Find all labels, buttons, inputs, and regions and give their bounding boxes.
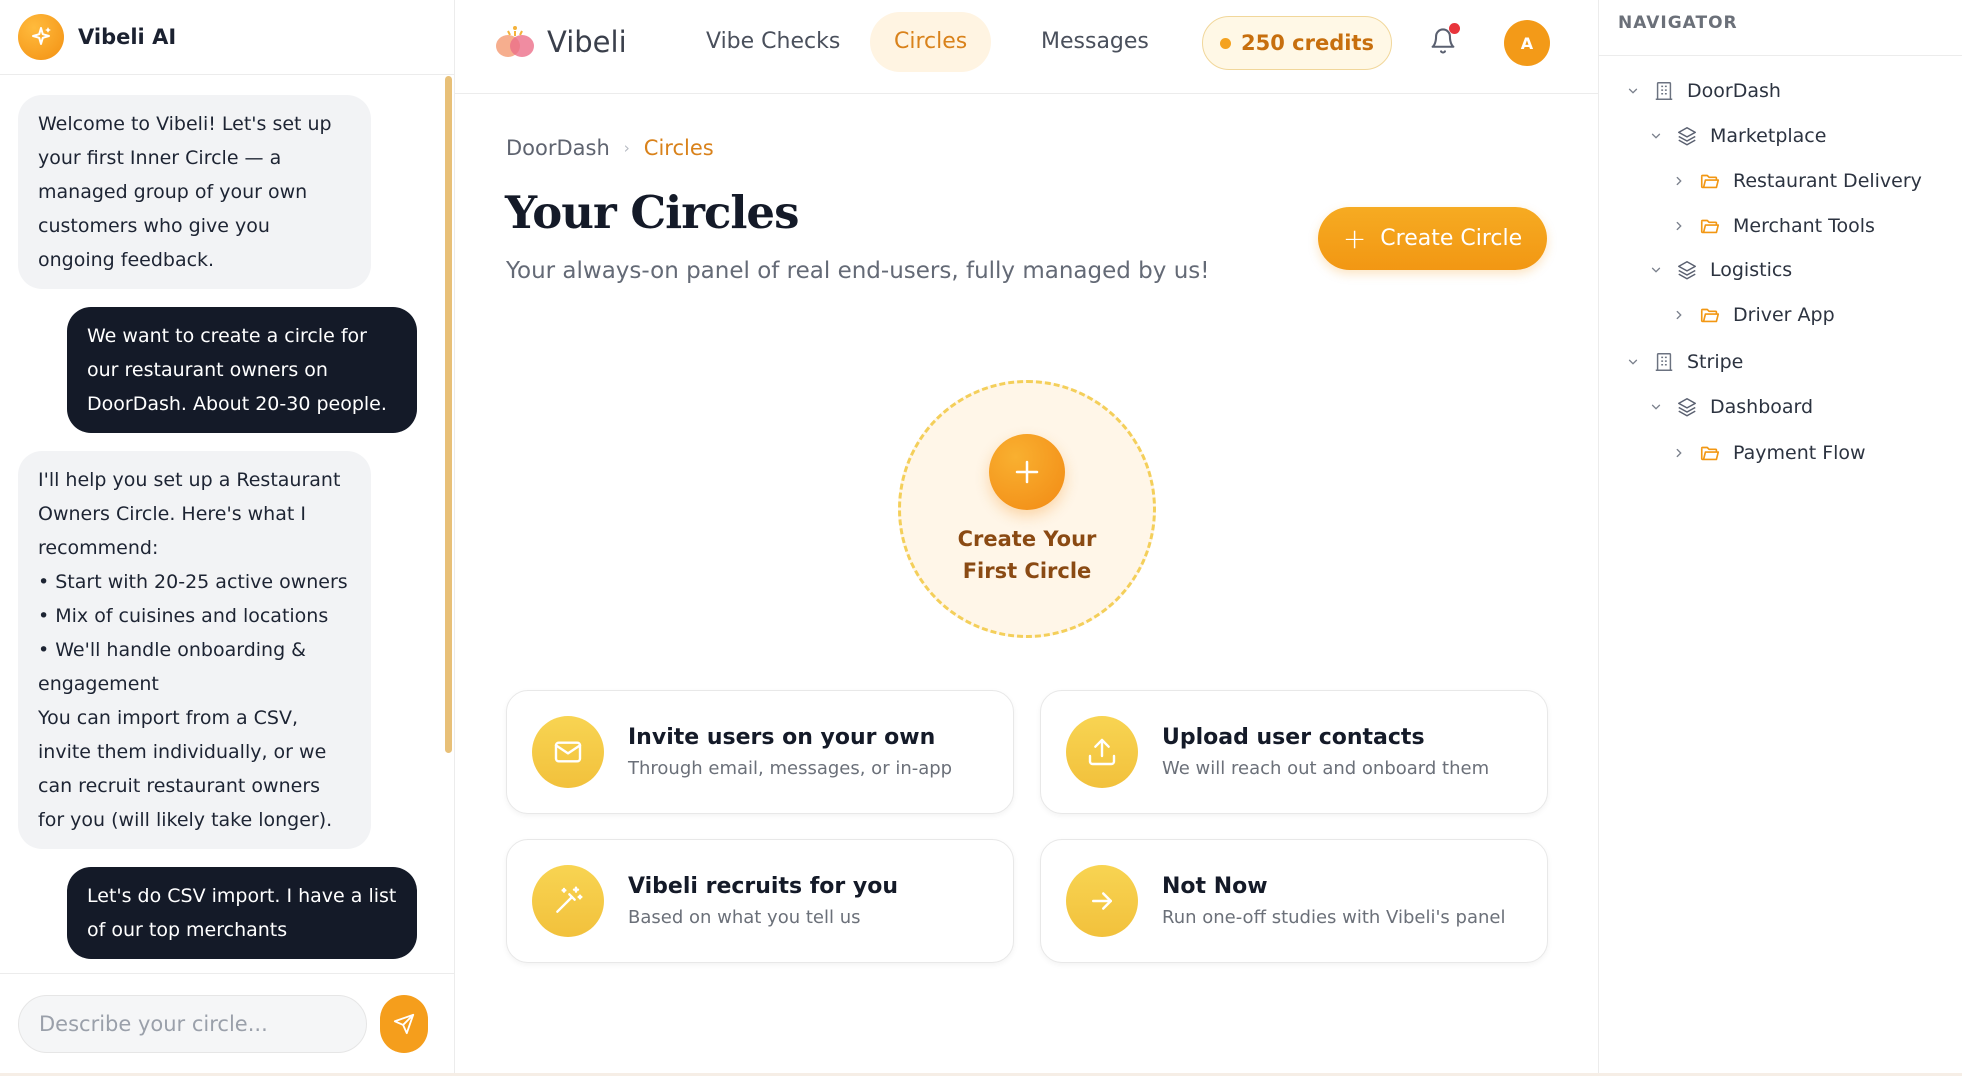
chat-input[interactable] — [18, 994, 367, 1053]
create-first-circle-label: Create Your First Circle — [957, 527, 1097, 583]
folder-icon — [1699, 170, 1723, 192]
chat-message-user: Let's do CSV import. I have a list of ou… — [67, 867, 417, 959]
option-vibeli-recruits[interactable]: Vibeli recruits for you Based on what yo… — [506, 839, 1014, 963]
option-title: Upload user contacts — [1162, 725, 1425, 750]
chat-input-row — [0, 973, 454, 1073]
tree-item-label: Restaurant Delivery — [1733, 170, 1922, 192]
chevron-right-icon[interactable] — [1669, 174, 1689, 188]
chat-message-user: We want to create a circle for our resta… — [67, 307, 417, 433]
tree-item-label: Driver App — [1733, 304, 1835, 326]
tree-item-stripe[interactable]: Stripe — [1623, 347, 1743, 377]
option-title: Not Now — [1162, 874, 1268, 899]
chevron-right-icon: › — [623, 139, 630, 157]
avatar[interactable]: A — [1504, 20, 1550, 66]
nav-messages[interactable]: Messages — [1017, 12, 1173, 72]
tree-item-label: Merchant Tools — [1733, 215, 1875, 237]
tree-item-marketplace[interactable]: Marketplace — [1646, 121, 1826, 151]
chevron-down-icon[interactable] — [1623, 84, 1643, 98]
option-invite-users[interactable]: Invite users on your own Through email, … — [506, 690, 1014, 814]
tree-item-label: Stripe — [1687, 351, 1744, 373]
credits-label: 250 credits — [1241, 31, 1374, 55]
notification-dot — [1449, 23, 1460, 34]
tree-item-restaurant-delivery[interactable]: Restaurant Delivery — [1669, 166, 1922, 196]
main-content: Vibeli Vibe Checks Circles Messages 250 … — [455, 0, 1598, 1073]
brand-logo[interactable]: Vibeli — [493, 22, 627, 62]
chevron-down-icon[interactable] — [1646, 263, 1666, 277]
chat-scrollbar[interactable] — [445, 76, 452, 753]
upload-icon — [1066, 716, 1138, 788]
building-icon — [1653, 351, 1677, 373]
option-subtitle: Based on what you tell us — [628, 907, 861, 928]
tree-item-merchant-tools[interactable]: Merchant Tools — [1669, 211, 1875, 241]
option-title: Invite users on your own — [628, 725, 936, 750]
nav-circles[interactable]: Circles — [870, 12, 992, 72]
tree-item-label: Dashboard — [1710, 396, 1814, 418]
option-subtitle: We will reach out and onboard them — [1162, 758, 1490, 779]
chat-panel: Vibeli AI Welcome to Vibeli! Let's set u… — [0, 0, 455, 1073]
credits-dot-icon — [1220, 37, 1232, 49]
mail-icon — [532, 716, 604, 788]
tree-item-driver-app[interactable]: Driver App — [1669, 300, 1835, 330]
notification-button[interactable] — [1429, 23, 1460, 60]
page-subtitle: Your always-on panel of real end-users, … — [506, 258, 1210, 284]
plus-icon — [989, 434, 1065, 510]
breadcrumb-circles[interactable]: Circles — [644, 136, 714, 160]
tree-item-label: Marketplace — [1710, 125, 1827, 147]
chat-title: Vibeli AI — [78, 25, 177, 49]
sparkle-icon — [18, 14, 64, 60]
option-subtitle: Run one-off studies with Vibeli's panel — [1162, 907, 1506, 928]
breadcrumb-doordash[interactable]: DoorDash — [506, 136, 610, 160]
chevron-down-icon[interactable] — [1646, 400, 1666, 414]
option-not-now[interactable]: Not Now Run one-off studies with Vibeli'… — [1040, 839, 1548, 963]
plus-icon: + — [1342, 222, 1367, 255]
tree-item-label: Logistics — [1710, 259, 1793, 281]
send-icon — [393, 1013, 415, 1034]
chevron-right-icon[interactable] — [1669, 308, 1689, 322]
folder-icon — [1699, 215, 1723, 237]
breadcrumb: DoorDash › Circles — [506, 136, 714, 160]
layers-icon — [1676, 125, 1700, 147]
send-button[interactable] — [380, 994, 428, 1053]
chat-message-ai: Welcome to Vibeli! Let's set up your fir… — [18, 95, 371, 289]
option-title: Vibeli recruits for you — [628, 874, 899, 899]
chevron-down-icon[interactable] — [1623, 355, 1643, 369]
building-icon — [1653, 80, 1677, 102]
navigator-header: NAVIGATOR — [1599, 0, 1962, 56]
folder-icon — [1699, 442, 1723, 464]
app-window: Vibeli AI Welcome to Vibeli! Let's set u… — [0, 0, 1962, 1073]
chat-message-ai: I'll help you set up a Restaurant Owners… — [18, 451, 371, 849]
navigator-panel: NAVIGATOR DoorDash Marketplace Restauran… — [1598, 0, 1962, 1073]
nav-vibe-checks[interactable]: Vibe Checks — [682, 12, 864, 72]
top-navbar: Vibeli Vibe Checks Circles Messages 250 … — [455, 0, 1598, 94]
vibeli-logo-icon — [496, 26, 534, 57]
option-subtitle: Through email, messages, or in-app — [628, 758, 953, 779]
page-title: Your Circles — [505, 186, 799, 239]
chat-messages[interactable]: Welcome to Vibeli! Let's set up your fir… — [0, 75, 454, 973]
tree-item-label: Payment Flow — [1733, 442, 1866, 464]
brand-name: Vibeli — [547, 25, 627, 59]
chevron-right-icon[interactable] — [1669, 219, 1689, 233]
tree-item-logistics[interactable]: Logistics — [1646, 255, 1792, 285]
tree-item-payment-flow[interactable]: Payment Flow — [1669, 438, 1866, 468]
tree-item-dashboard[interactable]: Dashboard — [1646, 392, 1813, 422]
tree-item-label: DoorDash — [1687, 80, 1781, 102]
arrow-right-icon — [1066, 865, 1138, 937]
chat-header: Vibeli AI — [0, 0, 454, 75]
folder-icon — [1699, 304, 1723, 326]
create-circle-label: Create Circle — [1380, 226, 1523, 251]
credits-badge[interactable]: 250 credits — [1202, 16, 1392, 70]
chevron-right-icon[interactable] — [1669, 446, 1689, 460]
create-circle-button[interactable]: + Create Circle — [1318, 207, 1547, 270]
layers-icon — [1676, 259, 1700, 281]
layers-icon — [1676, 396, 1700, 418]
option-upload-contacts[interactable]: Upload user contacts We will reach out a… — [1040, 690, 1548, 814]
tree-item-doordash[interactable]: DoorDash — [1623, 76, 1781, 106]
create-first-circle-button[interactable]: Create Your First Circle — [898, 380, 1156, 638]
chevron-down-icon[interactable] — [1646, 129, 1666, 143]
magic-wand-icon — [532, 865, 604, 937]
